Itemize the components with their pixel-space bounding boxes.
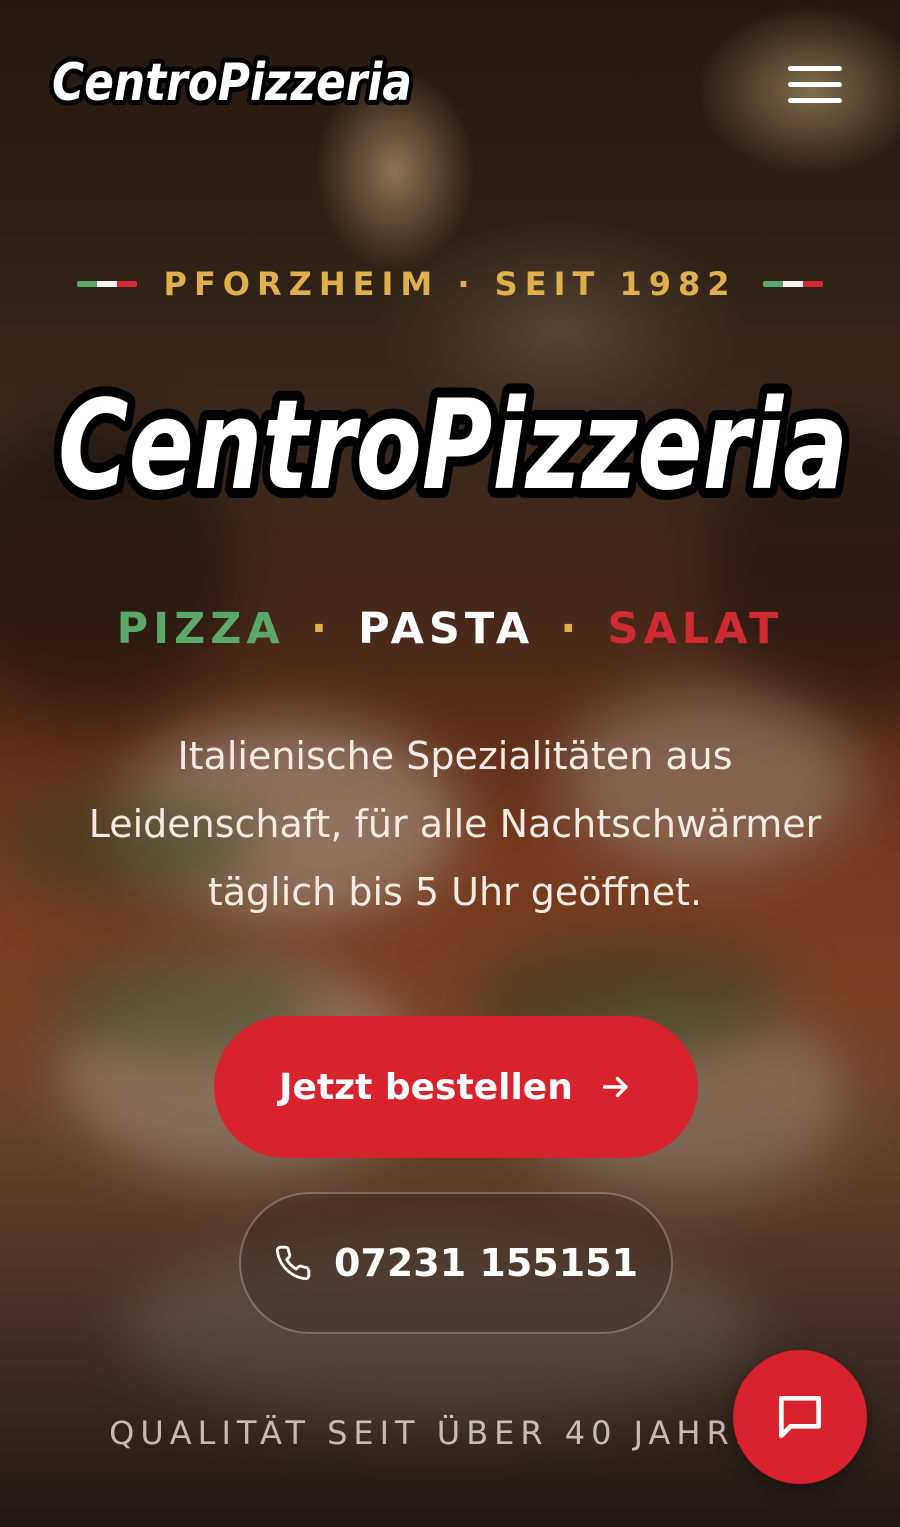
description-line: täglich bis 5 Uhr geöffnet. [207, 870, 703, 914]
hero-description: Italienische Spezialitäten aus Leidensch… [50, 722, 860, 926]
phone-icon [275, 1245, 311, 1281]
call-phone-button[interactable]: 07231 155151 [239, 1192, 673, 1334]
order-button-label: Jetzt bestellen [279, 1066, 573, 1108]
description-line: Leidenschaft, für alle Nachtschwärmer [88, 802, 822, 846]
header-logo[interactable]: CentroPizzeria CentroPizzeria [46, 42, 418, 122]
italian-flag-line-right [762, 281, 823, 287]
italian-flag-line-left [77, 281, 138, 287]
tagline-separator: · [560, 604, 582, 654]
tagline: PIZZA · PASTA · SALAT [0, 604, 900, 654]
order-now-button[interactable]: Jetzt bestellen [214, 1016, 698, 1158]
kicker-text: PFORZHEIM · SEIT 1982 [163, 265, 737, 303]
arrow-right-icon [602, 1076, 628, 1098]
chat-bubble-icon [779, 1396, 821, 1438]
location-kicker: PFORZHEIM · SEIT 1982 [0, 264, 900, 304]
chat-button[interactable] [733, 1350, 867, 1484]
tagline-pizza: PIZZA [116, 604, 285, 654]
description-line: Italienische Spezialitäten aus [177, 734, 733, 778]
header-logo-text: CentroPizzeria [52, 53, 412, 113]
hero-logo: CentroPizzeria CentroPizzeria [48, 364, 858, 528]
menu-button[interactable] [782, 58, 846, 110]
tagline-pasta: PASTA [358, 604, 535, 654]
hero-logo-text: CentroPizzeria [58, 374, 848, 518]
tagline-separator: · [310, 604, 333, 654]
phone-number: 07231 155151 [333, 1241, 639, 1285]
tagline-salat: SALAT [607, 604, 784, 654]
